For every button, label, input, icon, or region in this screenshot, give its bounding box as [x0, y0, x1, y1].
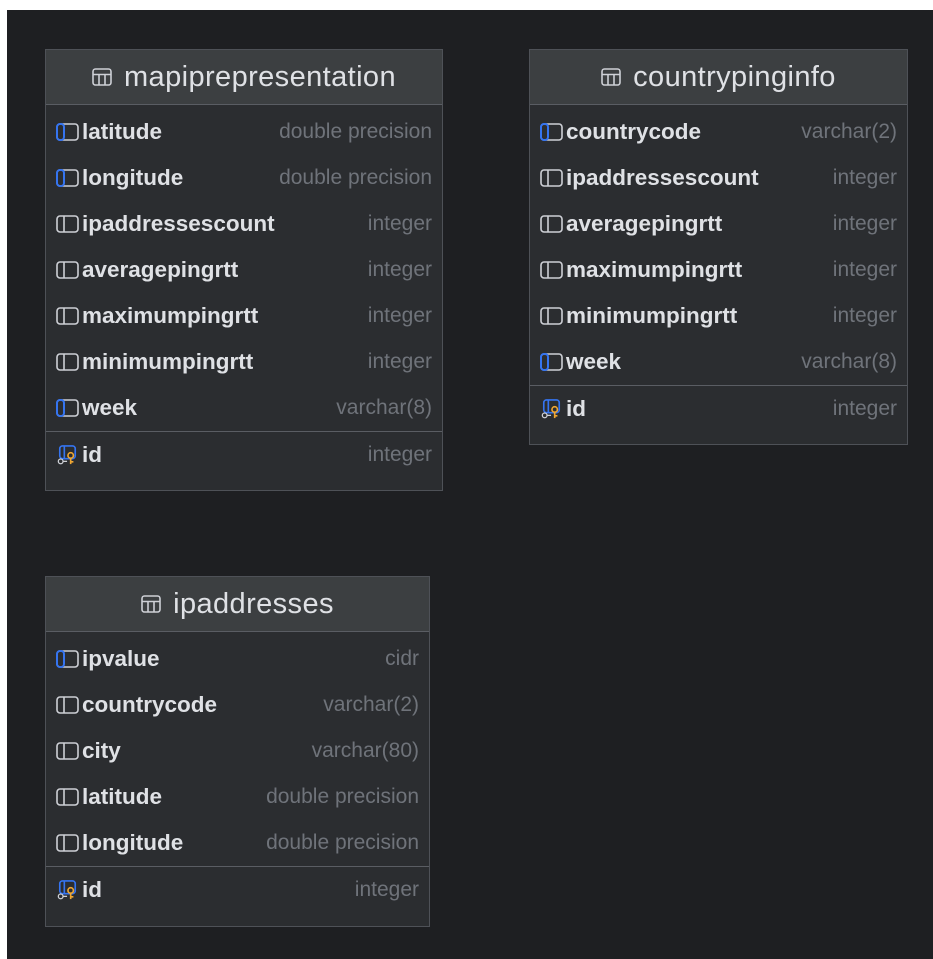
table-title: countrypinginfo — [633, 60, 836, 93]
column-type: varchar(80) — [311, 739, 419, 762]
indexed-column-icon — [56, 169, 79, 187]
column-icon — [56, 307, 79, 325]
column-icon — [540, 307, 563, 325]
column-icon — [56, 261, 79, 279]
column-name: latitude — [82, 119, 163, 144]
column-name: minimumpingrtt — [566, 303, 738, 328]
column-row[interactable]: maximumpingrtt integer — [46, 293, 442, 339]
column-name: week — [566, 349, 622, 374]
column-row[interactable]: ipaddressescount integer — [46, 201, 442, 247]
key-row[interactable]: id integer — [46, 866, 429, 912]
column-name: id — [82, 876, 102, 902]
diagram-canvas: mapiprepresentation latitude double prec… — [7, 10, 933, 959]
column-type: varchar(2) — [323, 693, 419, 716]
column-type: integer — [367, 442, 432, 466]
column-type: double precision — [266, 785, 419, 808]
column-name: ipaddressescount — [82, 211, 275, 236]
column-icon — [540, 261, 563, 279]
key-row[interactable]: id integer — [530, 385, 907, 431]
column-row[interactable]: minimumpingrtt integer — [46, 339, 442, 385]
column-icon — [56, 834, 79, 852]
column-name: countrycode — [82, 692, 218, 717]
column-row[interactable]: longitude double precision — [46, 820, 429, 866]
column-name: week — [82, 395, 138, 420]
column-type: varchar(8) — [801, 350, 897, 373]
column-type: double precision — [279, 166, 432, 189]
indexed-column-icon — [56, 399, 79, 417]
column-name: maximumpingrtt — [566, 257, 743, 282]
indexed-column-icon — [540, 353, 563, 371]
primary-key-icon — [57, 444, 77, 464]
column-name: maximumpingrtt — [82, 303, 259, 328]
column-row[interactable]: latitude double precision — [46, 109, 442, 155]
column-name: ipaddressescount — [566, 165, 759, 190]
column-type: varchar(8) — [336, 396, 432, 419]
column-name: latitude — [82, 784, 163, 809]
column-type: integer — [832, 396, 897, 420]
column-name: id — [566, 395, 586, 421]
column-row[interactable]: averagepingrtt integer — [530, 201, 907, 247]
table-title: mapiprepresentation — [124, 60, 396, 93]
column-row[interactable]: city varchar(80) — [46, 728, 429, 774]
indexed-column-icon — [56, 650, 79, 668]
column-type: integer — [367, 212, 432, 235]
primary-key-icon — [57, 879, 77, 899]
column-icon — [540, 169, 563, 187]
column-icon — [56, 788, 79, 806]
column-name: longitude — [82, 165, 184, 190]
column-type: integer — [367, 350, 432, 373]
column-type: integer — [832, 166, 897, 189]
table-header[interactable]: ipaddresses — [46, 577, 429, 632]
column-name: id — [82, 441, 102, 467]
column-row[interactable]: ipvalue cidr — [46, 636, 429, 682]
table-title: ipaddresses — [173, 587, 334, 620]
indexed-column-icon — [540, 123, 563, 141]
column-row[interactable]: minimumpingrtt integer — [530, 293, 907, 339]
indexed-column-icon — [56, 123, 79, 141]
key-row[interactable]: id integer — [46, 431, 442, 477]
table-mapiprepresentation[interactable]: mapiprepresentation latitude double prec… — [45, 49, 443, 491]
column-name: longitude — [82, 830, 184, 855]
column-type: integer — [832, 212, 897, 235]
column-row[interactable]: countrycode varchar(2) — [46, 682, 429, 728]
column-type: integer — [367, 304, 432, 327]
column-name: ipvalue — [82, 646, 160, 671]
column-type: integer — [354, 877, 419, 901]
table-icon — [92, 68, 112, 86]
table-icon — [601, 68, 621, 86]
column-row[interactable]: longitude double precision — [46, 155, 442, 201]
column-name: averagepingrtt — [82, 257, 239, 282]
primary-key-icon — [541, 398, 561, 418]
column-row[interactable]: ipaddressescount integer — [530, 155, 907, 201]
column-type: cidr — [385, 647, 419, 670]
column-type: integer — [832, 258, 897, 281]
table-ipaddresses[interactable]: ipaddresses ipvalue cidr countrycode var… — [45, 576, 430, 927]
column-row[interactable]: maximumpingrtt integer — [530, 247, 907, 293]
column-icon — [56, 742, 79, 760]
column-name: countrycode — [566, 119, 702, 144]
column-type: integer — [832, 304, 897, 327]
column-type: varchar(2) — [801, 120, 897, 143]
column-type: double precision — [279, 120, 432, 143]
table-icon — [141, 595, 161, 613]
column-row[interactable]: countrycode varchar(2) — [530, 109, 907, 155]
table-countrypinginfo[interactable]: countrypinginfo countrycode varchar(2) i… — [529, 49, 908, 445]
column-icon — [540, 215, 563, 233]
column-name: averagepingrtt — [566, 211, 723, 236]
table-header[interactable]: mapiprepresentation — [46, 50, 442, 105]
column-row[interactable]: latitude double precision — [46, 774, 429, 820]
column-icon — [56, 696, 79, 714]
column-name: city — [82, 738, 121, 763]
column-row[interactable]: averagepingrtt integer — [46, 247, 442, 293]
table-header[interactable]: countrypinginfo — [530, 50, 907, 105]
column-row[interactable]: week varchar(8) — [46, 385, 442, 431]
column-icon — [56, 353, 79, 371]
column-type: integer — [367, 258, 432, 281]
column-row[interactable]: week varchar(8) — [530, 339, 907, 385]
column-name: minimumpingrtt — [82, 349, 254, 374]
column-icon — [56, 215, 79, 233]
column-type: double precision — [266, 831, 419, 854]
